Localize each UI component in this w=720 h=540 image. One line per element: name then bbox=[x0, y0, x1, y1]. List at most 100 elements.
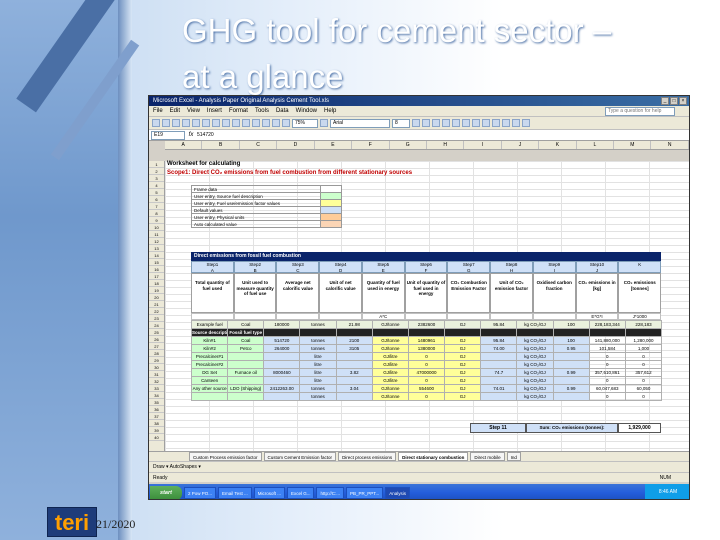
taskbar-item[interactable]: 2 Pow PO... bbox=[184, 486, 217, 499]
row-header[interactable]: 14 bbox=[149, 252, 164, 259]
row-header[interactable]: 38 bbox=[149, 420, 164, 427]
row-header[interactable]: 15 bbox=[149, 259, 164, 266]
row-header[interactable]: 17 bbox=[149, 273, 164, 280]
row-header[interactable]: 30 bbox=[149, 364, 164, 371]
row-header[interactable]: 36 bbox=[149, 406, 164, 413]
table-cell[interactable] bbox=[552, 392, 590, 401]
menu-item-format[interactable]: Format bbox=[229, 108, 248, 114]
minimize-icon[interactable]: _ bbox=[661, 97, 669, 105]
table-cell[interactable]: GJ bbox=[444, 392, 482, 401]
row-header[interactable]: 35 bbox=[149, 399, 164, 406]
table-cell[interactable] bbox=[263, 392, 301, 401]
column-header[interactable]: H bbox=[427, 141, 465, 149]
row-header[interactable]: 11 bbox=[149, 231, 164, 238]
row-header[interactable]: 34 bbox=[149, 392, 164, 399]
row-header[interactable]: 12 bbox=[149, 238, 164, 245]
drawing-toolbar[interactable]: Draw ▾ AutoShapes ▾ bbox=[149, 461, 689, 472]
close-icon[interactable]: × bbox=[679, 97, 687, 105]
row-header[interactable]: 6 bbox=[149, 196, 164, 203]
help-search-input[interactable]: Type a question for help bbox=[605, 107, 675, 116]
sheet-tab[interactable]: Custom Cement Emission factor bbox=[263, 452, 337, 461]
row-header[interactable]: 32 bbox=[149, 378, 164, 385]
font-size-select[interactable]: 8 bbox=[392, 118, 410, 128]
row-header[interactable]: 28 bbox=[149, 350, 164, 357]
menu-item-edit[interactable]: Edit bbox=[170, 108, 180, 114]
sheet-tab[interactable]: Custom Process emission factor bbox=[189, 452, 262, 461]
bold-icon[interactable] bbox=[412, 119, 420, 127]
taskbar-item[interactable]: Excel G... bbox=[286, 486, 315, 499]
maximize-icon[interactable]: □ bbox=[670, 97, 678, 105]
row-header[interactable]: 16 bbox=[149, 266, 164, 273]
menu-item-window[interactable]: Window bbox=[296, 108, 317, 114]
merge-icon[interactable] bbox=[472, 119, 480, 127]
row-header[interactable]: 10 bbox=[149, 224, 164, 231]
table-cell[interactable]: 0 bbox=[407, 392, 446, 401]
help-icon[interactable] bbox=[320, 119, 328, 127]
taskbar-item[interactable]: Email Test ... bbox=[218, 486, 252, 499]
paste-icon[interactable] bbox=[232, 119, 240, 127]
menu-item-file[interactable]: File bbox=[153, 108, 163, 114]
table-cell[interactable]: 0 bbox=[624, 392, 663, 401]
row-header[interactable]: 24 bbox=[149, 322, 164, 329]
preview-icon[interactable] bbox=[192, 119, 200, 127]
column-header[interactable]: G bbox=[390, 141, 427, 149]
borders-icon[interactable] bbox=[502, 119, 510, 127]
row-header[interactable]: 26 bbox=[149, 336, 164, 343]
column-header[interactable]: E bbox=[315, 141, 353, 149]
menu-item-view[interactable]: View bbox=[187, 108, 200, 114]
sheet-tab[interactable]: Direct process emissions bbox=[338, 452, 397, 461]
undo-icon[interactable] bbox=[242, 119, 250, 127]
print-icon[interactable] bbox=[182, 119, 190, 127]
row-header[interactable]: 33 bbox=[149, 385, 164, 392]
column-header[interactable]: C bbox=[240, 141, 278, 149]
row-header[interactable]: 37 bbox=[149, 413, 164, 420]
row-header[interactable]: 1 bbox=[149, 161, 164, 168]
row-header[interactable]: 20 bbox=[149, 294, 164, 301]
italic-icon[interactable] bbox=[422, 119, 430, 127]
menu-item-insert[interactable]: Insert bbox=[207, 108, 222, 114]
menu-item-help[interactable]: Help bbox=[324, 108, 336, 114]
menu-item-data[interactable]: Data bbox=[276, 108, 289, 114]
row-header[interactable]: 40 bbox=[149, 434, 164, 441]
start-button[interactable]: start bbox=[150, 485, 182, 499]
save-icon[interactable] bbox=[172, 119, 180, 127]
row-header[interactable]: 7 bbox=[149, 203, 164, 210]
open-icon[interactable] bbox=[162, 119, 170, 127]
row-header[interactable]: 2 bbox=[149, 168, 164, 175]
row-header[interactable]: 23 bbox=[149, 315, 164, 322]
formula-input[interactable]: 514720 bbox=[197, 132, 214, 138]
align-left-icon[interactable] bbox=[442, 119, 450, 127]
table-cell[interactable] bbox=[480, 392, 518, 401]
column-header[interactable]: M bbox=[614, 141, 652, 149]
fill-color-icon[interactable] bbox=[512, 119, 520, 127]
row-header[interactable]: 21 bbox=[149, 301, 164, 308]
cell-grid[interactable]: Worksheet for calculating Scope1: Direct… bbox=[165, 161, 689, 451]
cut-icon[interactable] bbox=[212, 119, 220, 127]
column-header[interactable]: I bbox=[464, 141, 502, 149]
percent-icon[interactable] bbox=[492, 119, 500, 127]
row-header[interactable]: 27 bbox=[149, 343, 164, 350]
row-header[interactable]: 25 bbox=[149, 329, 164, 336]
redo-icon[interactable] bbox=[252, 119, 260, 127]
table-cell[interactable]: GJ/tonne bbox=[371, 392, 409, 401]
name-box[interactable]: E19 bbox=[151, 130, 185, 140]
currency-icon[interactable] bbox=[482, 119, 490, 127]
row-header[interactable]: 31 bbox=[149, 371, 164, 378]
table-cell[interactable] bbox=[191, 392, 229, 401]
table-cell[interactable]: 0 bbox=[588, 392, 626, 401]
row-header[interactable]: 8 bbox=[149, 210, 164, 217]
sum-icon[interactable] bbox=[262, 119, 270, 127]
taskbar-item[interactable]: Microsoft ... bbox=[253, 486, 285, 499]
row-header[interactable]: 5 bbox=[149, 189, 164, 196]
align-center-icon[interactable] bbox=[452, 119, 460, 127]
underline-icon[interactable] bbox=[432, 119, 440, 127]
column-header[interactable]: K bbox=[539, 141, 577, 149]
column-header[interactable]: N bbox=[651, 141, 689, 149]
column-header[interactable]: J bbox=[502, 141, 540, 149]
row-header[interactable]: 13 bbox=[149, 245, 164, 252]
fx-icon[interactable]: fx bbox=[185, 132, 197, 138]
row-header[interactable]: 19 bbox=[149, 287, 164, 294]
row-header[interactable]: 39 bbox=[149, 427, 164, 434]
table-cell[interactable] bbox=[227, 392, 265, 401]
font-select[interactable]: Arial bbox=[330, 118, 390, 128]
